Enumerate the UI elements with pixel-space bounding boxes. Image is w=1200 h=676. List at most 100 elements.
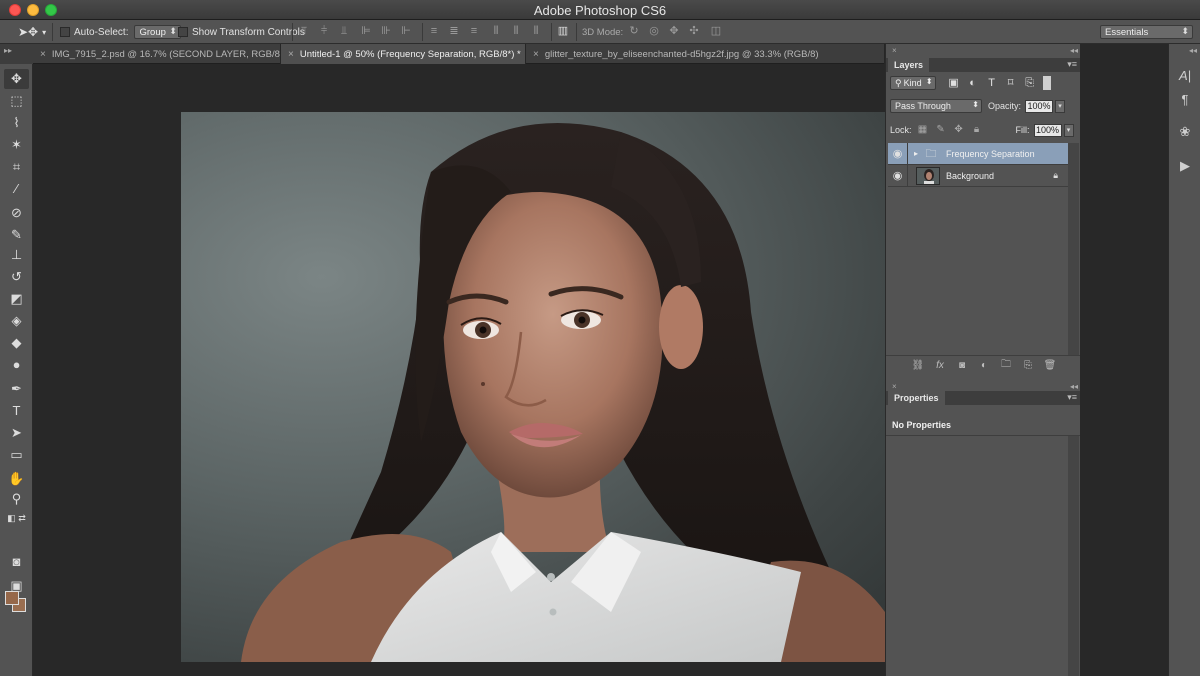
collapse-panel-icon[interactable]: ◂◂: [1070, 382, 1078, 391]
brush-tool-icon[interactable]: ✎: [4, 225, 29, 245]
filter-smart-object-icon[interactable]: ⎘: [1022, 76, 1038, 90]
align-left-icon[interactable]: ⊫: [360, 25, 372, 38]
align-top-icon[interactable]: ⫪: [298, 25, 310, 38]
new-layer-icon[interactable]: ⎘: [1018, 360, 1038, 371]
collapse-panel-icon[interactable]: ◂◂: [1070, 46, 1078, 55]
properties-scrollbar[interactable]: [1068, 436, 1079, 676]
eye-icon[interactable]: ◉: [888, 142, 908, 165]
chevron-down-icon: ▾: [42, 27, 47, 37]
link-layers-icon[interactable]: ⛓: [908, 360, 928, 371]
crop-tool-icon[interactable]: ⌗: [4, 157, 29, 177]
lasso-tool-icon[interactable]: ⌇: [4, 113, 29, 133]
fill-input[interactable]: 100%: [1033, 123, 1062, 137]
tab-img-7915[interactable]: × IMG_7915_2.psd @ 16.7% (SECOND LAYER, …: [33, 44, 281, 64]
tab-properties[interactable]: Properties: [888, 391, 945, 405]
show-transform-checkbox[interactable]: [178, 27, 188, 37]
healing-brush-tool-icon[interactable]: ⊘: [4, 203, 29, 223]
layer-row-frequency-separation[interactable]: ◉ ▸ 🗀 Frequency Separation: [888, 142, 1068, 165]
path-selection-tool-icon[interactable]: ➤: [4, 423, 29, 443]
document-canvas-photo[interactable]: [181, 112, 885, 662]
new-adjustment-layer-icon[interactable]: ◐: [974, 360, 994, 371]
panel-menu-icon[interactable]: ▾≡: [1067, 392, 1077, 403]
distribute-right-icon[interactable]: ⦀: [530, 25, 542, 38]
blur-tool-icon[interactable]: ◆: [4, 333, 29, 353]
app-title: Adobe Photoshop CS6: [533, 3, 667, 18]
paint-bucket-tool-icon[interactable]: ◈: [4, 311, 29, 331]
rectangle-tool-icon[interactable]: ▭: [4, 445, 29, 465]
opacity-input[interactable]: 100%: [1025, 99, 1054, 113]
expand-panels-icon[interactable]: ◂◂: [1189, 46, 1197, 55]
distribute-bottom-icon[interactable]: ≡: [468, 25, 480, 38]
opacity-slider-toggle[interactable]: ▾: [1055, 99, 1066, 113]
eraser-tool-icon[interactable]: ◩: [4, 289, 29, 309]
color-panel-icon[interactable]: ❀: [1175, 122, 1195, 142]
distribute-hcenter-icon[interactable]: ⦀: [510, 25, 522, 38]
filter-toggle-icon[interactable]: [1042, 76, 1051, 90]
auto-align-layers-icon[interactable]: ▥: [557, 25, 569, 38]
distribute-top-icon[interactable]: ≡: [428, 25, 440, 38]
scale-3d-icon[interactable]: ◫: [710, 25, 722, 38]
trash-icon[interactable]: 🗑: [1040, 360, 1060, 371]
close-tab-icon[interactable]: ×: [533, 49, 539, 60]
filter-kind-dropdown[interactable]: ⚲ Kind: [890, 76, 936, 90]
roll-3d-icon[interactable]: ◎: [648, 25, 660, 38]
clone-stamp-tool-icon[interactable]: ⊥: [4, 245, 29, 265]
blend-mode-dropdown[interactable]: Pass Through: [890, 99, 982, 113]
lock-pixels-icon[interactable]: ✎: [934, 123, 948, 137]
tab-layers[interactable]: Layers: [888, 58, 930, 72]
foreground-color-swatch[interactable]: [5, 591, 19, 605]
auto-select-checkbox[interactable]: [60, 27, 70, 37]
close-tab-icon[interactable]: ×: [288, 49, 294, 60]
tab-untitled-1[interactable]: × Untitled-1 @ 50% (Frequency Separation…: [281, 44, 526, 64]
layer-row-background[interactable]: ◉ Background 🔒︎: [888, 164, 1068, 187]
quick-mask-tool-icon[interactable]: ◙: [4, 552, 29, 572]
distribute-center-icon[interactable]: ≣: [448, 25, 460, 38]
auto-select-dropdown[interactable]: Group: [134, 25, 181, 39]
collapsed-panel-dock: ◂◂ A| ¶ ❀ ▶: [1168, 44, 1200, 676]
eyedropper-tool-icon[interactable]: ⁄: [4, 179, 29, 199]
character-panel-icon[interactable]: A|: [1175, 66, 1195, 86]
add-mask-icon[interactable]: ◙: [952, 360, 972, 371]
dodge-tool-icon[interactable]: ●: [4, 355, 29, 375]
eye-icon[interactable]: ◉: [888, 164, 908, 187]
pen-tool-icon[interactable]: ✒: [4, 379, 29, 399]
align-horizontal-center-icon[interactable]: ⊪: [380, 25, 392, 38]
lock-position-icon[interactable]: ✥: [952, 123, 966, 137]
move-tool-icon[interactable]: ✥: [4, 69, 29, 89]
drag-3d-icon[interactable]: ✥: [668, 25, 680, 38]
new-group-icon[interactable]: 🗀: [996, 357, 1016, 374]
align-right-icon[interactable]: ⊩: [400, 25, 412, 38]
filter-pixel-icon[interactable]: ▣: [946, 76, 962, 90]
paragraph-panel-icon[interactable]: ¶: [1175, 90, 1195, 110]
panel-menu-icon[interactable]: ▾≡: [1067, 59, 1077, 70]
canvas-area[interactable]: [33, 64, 885, 676]
history-brush-tool-icon[interactable]: ↺: [4, 267, 29, 287]
workspace-dropdown[interactable]: Essentials: [1100, 25, 1193, 39]
close-panel-icon[interactable]: ×: [892, 46, 897, 55]
distribute-left-icon[interactable]: ⦀: [490, 25, 502, 38]
tab-glitter-texture[interactable]: × glitter_texture_by_eliseenchanted-d5hg…: [526, 44, 885, 64]
align-bottom-icon[interactable]: ⫫: [338, 25, 350, 38]
type-tool-icon[interactable]: T: [4, 401, 29, 421]
magic-wand-tool-icon[interactable]: ✶: [4, 135, 29, 155]
swap-colors-icon[interactable]: ◧ ⇄: [4, 508, 29, 528]
zoom-tool-icon[interactable]: ⚲: [4, 489, 29, 509]
close-tab-icon[interactable]: ×: [40, 49, 46, 60]
actions-panel-icon[interactable]: ▶: [1175, 156, 1195, 176]
fill-slider-toggle[interactable]: ▾: [1063, 123, 1074, 137]
filter-shape-icon[interactable]: ⌑: [1003, 76, 1019, 90]
lock-all-icon[interactable]: 🔒︎: [970, 123, 984, 137]
rotate-3d-icon[interactable]: ↻: [628, 25, 640, 38]
hand-tool-icon[interactable]: ✋: [4, 469, 29, 489]
filter-type-icon[interactable]: T: [984, 76, 1000, 90]
slide-3d-icon[interactable]: ✣: [688, 25, 700, 38]
align-vertical-center-icon[interactable]: ⫩: [318, 25, 330, 38]
marquee-tool-icon[interactable]: ⬚: [4, 91, 29, 111]
chevron-right-icon[interactable]: ▸: [914, 149, 918, 158]
layers-scrollbar[interactable]: [1068, 143, 1079, 355]
lock-transparent-icon[interactable]: ▦: [916, 123, 930, 137]
close-panel-icon[interactable]: ×: [892, 382, 897, 391]
tool-preset-picker[interactable]: ➤✥ ▾: [18, 24, 46, 40]
layer-style-icon[interactable]: fx: [930, 360, 950, 371]
filter-adjustment-icon[interactable]: ◐: [965, 76, 981, 90]
